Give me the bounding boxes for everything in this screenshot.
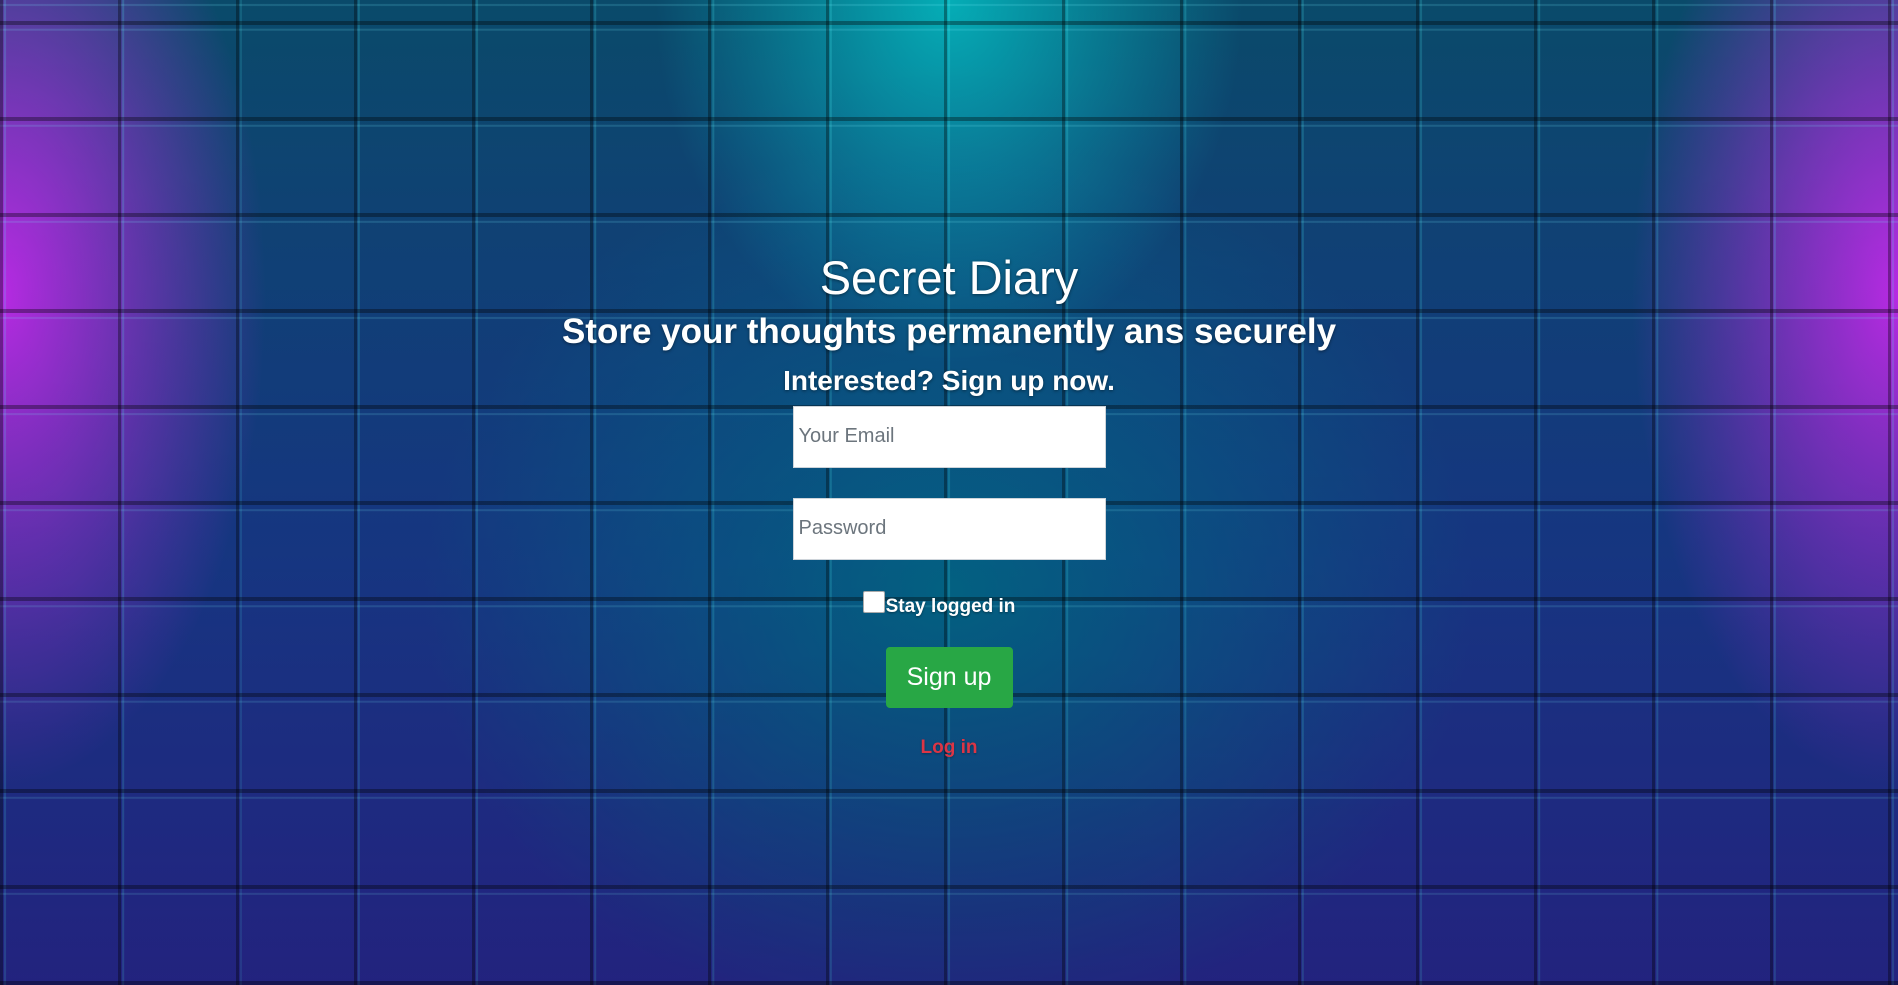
signup-button[interactable]: Sign up [885,646,1013,708]
signup-container: Secret Diary Store your thoughts permane… [0,250,1898,759]
email-field[interactable] [792,405,1106,468]
signup-form: Stay logged in Sign up Log in [0,405,1898,759]
stay-logged-in-checkbox[interactable] [862,590,885,613]
password-field[interactable] [792,497,1106,560]
page-subtitle: Store your thoughts permanently ans secu… [561,312,1337,352]
stay-logged-in-row: Stay logged in [0,590,1898,616]
signup-prompt: Interested? Sign up now. [783,365,1115,397]
login-link[interactable]: Log in [921,737,978,759]
stay-logged-in-label[interactable]: Stay logged in [886,597,1016,616]
page-title: Secret Diary [819,251,1079,304]
